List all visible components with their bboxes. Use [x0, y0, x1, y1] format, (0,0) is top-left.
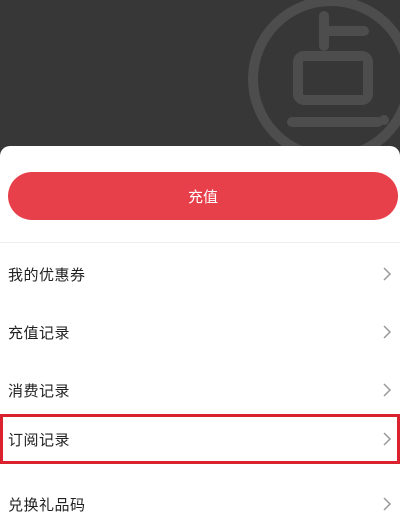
menu-item-label: 充值记录: [8, 323, 71, 342]
menu-item-label: 消费记录: [8, 381, 71, 400]
menu-item-coupons[interactable]: 我的优惠券: [0, 252, 400, 296]
chevron-right-icon: [383, 432, 392, 446]
dian-logo-icon: [248, 0, 400, 162]
menu-item-label: 我的优惠券: [8, 265, 86, 284]
recharge-button-label: 充值: [187, 187, 218, 206]
recharge-button[interactable]: 充值: [8, 172, 398, 220]
chevron-right-icon: [383, 383, 392, 397]
menu-item-consumption-records[interactable]: 消费记录: [0, 368, 400, 412]
menu-item-recharge-records[interactable]: 充值记录: [0, 310, 400, 354]
page: 充值 我的优惠券 充值记录 消费记录 订阅记录 兑换礼品码: [0, 0, 400, 516]
menu-item-label: 订阅记录: [8, 430, 71, 449]
menu-item-redeem-gift-code[interactable]: 兑换礼品码: [0, 482, 400, 516]
menu-item-subscription-records[interactable]: 订阅记录: [0, 414, 400, 464]
chevron-right-icon: [383, 325, 392, 339]
chevron-right-icon: [383, 497, 392, 511]
menu-item-label: 兑换礼品码: [8, 495, 86, 514]
header-banner: [0, 0, 400, 168]
divider: [0, 242, 400, 243]
wallet-sheet: 充值 我的优惠券 充值记录 消费记录 订阅记录 兑换礼品码: [0, 146, 400, 516]
chevron-right-icon: [383, 267, 392, 281]
